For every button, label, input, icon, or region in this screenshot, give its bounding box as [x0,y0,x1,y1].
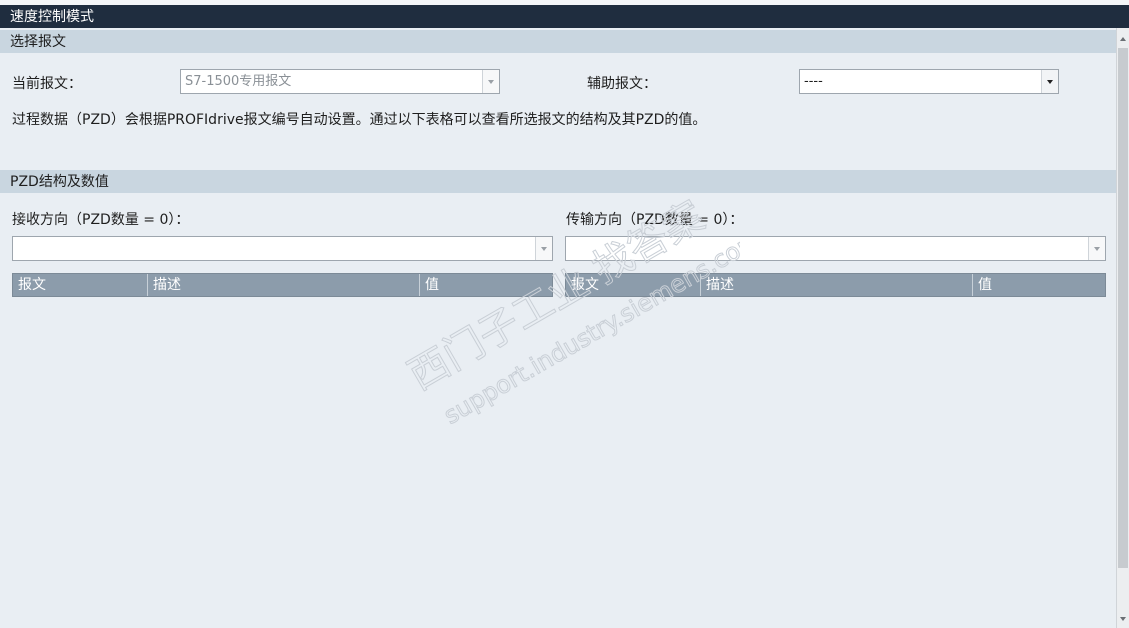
receive-table-header: 报文 描述 值 [12,273,553,297]
receive-direction-label: 接收方向（PZD数量 = 0）： [12,212,190,228]
current-telegram-value: S7-1500专用报文 [185,74,292,89]
column-header-description[interactable]: 描述 [148,274,420,296]
transmit-direction-label: 传输方向（PZD数量 = 0）： [566,212,744,228]
column-header-value[interactable]: 值 [973,274,1105,296]
section-header-pzd-structure: PZD结构及数值 [0,170,1116,193]
column-header-description[interactable]: 描述 [701,274,973,296]
scroll-down-icon[interactable] [1118,612,1128,626]
chevron-down-icon[interactable] [482,70,499,93]
pzd-info-text: 过程数据（PZD）会根据PROFIdrive报文编号自动设置。通过以下表格可以查… [12,112,707,128]
chevron-down-icon[interactable] [535,237,552,260]
column-header-telegram[interactable]: 报文 [566,274,701,296]
transmit-direction-dropdown[interactable] [565,236,1106,261]
aux-telegram-label: 辅助报文： [587,76,657,92]
section-header-select-telegram: 选择报文 [0,30,1116,53]
column-header-telegram[interactable]: 报文 [13,274,148,296]
aux-telegram-value: ---- [804,74,823,89]
current-telegram-dropdown[interactable]: S7-1500专用报文 [180,69,500,94]
chevron-down-icon[interactable] [1041,70,1058,93]
transmit-table-header: 报文 描述 值 [565,273,1106,297]
scroll-up-icon[interactable] [1118,32,1128,46]
watermark: 西门子工业 找答案 support.industry.siemens.com/c… [400,195,740,430]
current-telegram-label: 当前报文： [12,76,82,92]
column-header-value[interactable]: 值 [420,274,552,296]
window-title: 速度控制模式 [0,5,1129,28]
receive-direction-dropdown[interactable] [12,236,553,261]
aux-telegram-dropdown[interactable]: ---- [799,69,1059,94]
chevron-down-icon[interactable] [1088,237,1105,260]
scrollbar-thumb[interactable] [1118,48,1128,568]
